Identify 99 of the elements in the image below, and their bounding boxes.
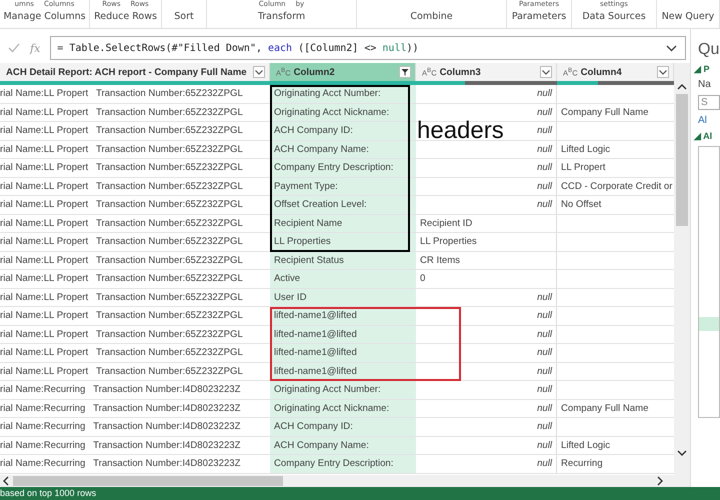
scrollbar-thumb[interactable] [13, 476, 283, 486]
table-cell-text: rial Name:LL Propert Transaction Number:65Z232ZPGL [0, 290, 244, 304]
table-cell-text: rial Name:Recurring Transaction Number:I4D8023223Z [0, 383, 242, 397]
table-cell-text: rial Name:LL Propert Transaction Number:65Z232ZPGL [0, 198, 244, 212]
table-cell-text: rial Name:Recurring Transaction Number:I4D8023223Z [0, 420, 242, 434]
dropdown-icon[interactable] [657, 66, 669, 78]
chevron-up-icon[interactable] [677, 83, 687, 90]
table-cell-text: Company Full Name [560, 106, 650, 120]
table-cell: null [416, 455, 557, 472]
table-cell-text: rial Name:Recurring Transaction Number:I4D8023223Z [0, 402, 242, 416]
table-cell: null [416, 307, 557, 324]
ribbon-group-label: Reduce Rows [94, 11, 157, 22]
section-heading[interactable]: ◢ Al [694, 131, 720, 141]
table-cell: ACH Company ID: [270, 418, 416, 436]
table-cell: null [416, 140, 557, 158]
table-cell: Recipient Status [270, 252, 416, 269]
ribbon-group-label: Parameters [512, 11, 566, 22]
ribbon-group-label: Combine [410, 11, 453, 22]
formula-field[interactable]: = Table.SelectRows(#"Filled Down", each ([Column2] <> null)) [50, 36, 686, 60]
table-cell: User ID [270, 288, 416, 306]
table-cell: Recipient ID [416, 214, 557, 232]
table-cell: Originating Acct Nickname: [270, 400, 416, 417]
table-cell: Originating Acct Number: [270, 381, 416, 398]
table-cell: ACH Company Name: [270, 436, 416, 454]
table-cell-text: rial Name:LL Propert Transaction Number:65Z232ZPGL [0, 87, 244, 101]
table-cell-text: CCD - Corporate Credit or [560, 180, 674, 194]
table-cell: null [416, 178, 557, 195]
table-cell-text: LL Propert [560, 161, 606, 175]
vertical-scrollbar[interactable] [674, 63, 690, 475]
table-cell-text: rial Name:LL Propert Transaction Number:65Z232ZPGL [0, 309, 244, 323]
pane-title: Qu [698, 41, 720, 59]
table-cell-text: rial Name:LL Propert Transaction Number:65Z232ZPGL [0, 272, 244, 286]
table-cell: 0 [416, 270, 557, 288]
table-cell-text: rial Name:LL Propert Transaction Number:65Z232ZPGL [0, 254, 244, 268]
ribbon-group-label: Transform [258, 11, 306, 22]
annotation-label: headers [417, 119, 504, 143]
table-cell-text: Company Full Name [560, 402, 650, 416]
table-cell: null [416, 104, 557, 121]
table-cell: null [416, 400, 557, 417]
chevron-right-icon[interactable] [657, 476, 664, 486]
table-cell-text: rial Name:LL Propert Transaction Number:65Z232ZPGL [0, 161, 244, 175]
table-cell: lifted-name1@lifted [270, 326, 416, 343]
table-cell-text: Lifted Logic [560, 142, 612, 156]
table-cell: null [416, 418, 557, 436]
table-cell: null [416, 436, 557, 454]
filter-icon[interactable] [399, 66, 411, 78]
name-field[interactable]: S [698, 95, 720, 110]
table-cell-text: rial Name:LL Propert Transaction Number:65Z232ZPGL [0, 106, 244, 120]
ribbon-group-label: Manage Columns [3, 11, 86, 22]
scrollbar-thumb[interactable] [676, 94, 688, 226]
table-cell: null [416, 362, 557, 380]
column-header[interactable]: ACH Detail Report: ACH report - Company Full Name [0, 63, 270, 81]
table-cell: ACH Company Name: [270, 140, 416, 158]
table-cell-text: rial Name:LL Propert Transaction Number:65Z232ZPGL [0, 124, 244, 138]
status-text: based on top 1000 rows [0, 488, 96, 498]
table-cell-text: rial Name:LL Propert Transaction Number:65Z232ZPGL [0, 346, 244, 360]
table-cell-text: rial Name:LL Propert Transaction Number:65Z232ZPGL [0, 142, 244, 156]
table-cell: null [416, 344, 557, 362]
table-cell: null [416, 288, 557, 306]
table-cell: LL Properties [416, 233, 557, 250]
all-properties-link[interactable]: Al [698, 115, 720, 126]
table-cell: null [416, 85, 557, 102]
ribbon-group-label: Data Sources [582, 11, 646, 22]
table-cell-text: rial Name:LL Propert Transaction Number:65Z232ZPGL [0, 180, 244, 194]
table-cell-text: rial Name:LL Propert Transaction Number:65Z232ZPGL [0, 328, 244, 342]
chevron-left-icon[interactable] [2, 476, 9, 486]
ribbon-group-label: Sort [174, 11, 194, 22]
table-cell-text: rial Name:LL Propert Transaction Number:65Z232ZPGL [0, 235, 244, 249]
check-icon[interactable] [8, 43, 20, 53]
chevron-down-icon[interactable] [666, 44, 677, 52]
field-label: Na [698, 79, 712, 90]
dropdown-icon[interactable] [540, 66, 552, 78]
table-cell: Recipient Name [270, 214, 416, 232]
table-cell: null [416, 326, 557, 343]
table-cell: null [416, 381, 557, 398]
table-cell-text: rial Name:Recurring Transaction Number:I4D8023223Z [0, 457, 242, 471]
table-cell: lifted-name1@lifted [270, 344, 416, 362]
table-cell: Company Entry Description: [270, 455, 416, 472]
horizontal-scrollbar[interactable] [0, 475, 690, 487]
table-cell-text: Lifted Logic [560, 438, 612, 452]
table-cell-text: rial Name:LL Propert Transaction Number:65Z232ZPGL [0, 364, 244, 378]
table-cell: Payment Type: [270, 178, 416, 195]
ribbon-group-label: New Query [662, 11, 714, 22]
table-cell-text: Recurring [560, 457, 604, 471]
table-cell-text: No Offset [560, 198, 602, 212]
table-cell: null [416, 196, 557, 214]
table-cell: ACH Company ID: [270, 122, 416, 140]
table-cell-text: rial Name:Recurring Transaction Number:I4D8023223Z [0, 438, 242, 452]
table-cell: Offset Creation Level: [270, 196, 416, 214]
table-cell: Active [270, 270, 416, 288]
table-cell: LL Properties [270, 233, 416, 250]
table-cell: Originating Acct Nickname: [270, 104, 416, 121]
section-heading[interactable]: ◢ P [694, 64, 720, 74]
table-cell: Company Entry Description: [270, 159, 416, 176]
table-cell: null [416, 159, 557, 176]
dropdown-icon[interactable] [253, 66, 265, 78]
table-cell: CR Items [416, 252, 557, 269]
table-cell-text: rial Name:LL Propert Transaction Number:65Z232ZPGL [0, 216, 244, 230]
chevron-down-icon[interactable] [677, 450, 687, 457]
